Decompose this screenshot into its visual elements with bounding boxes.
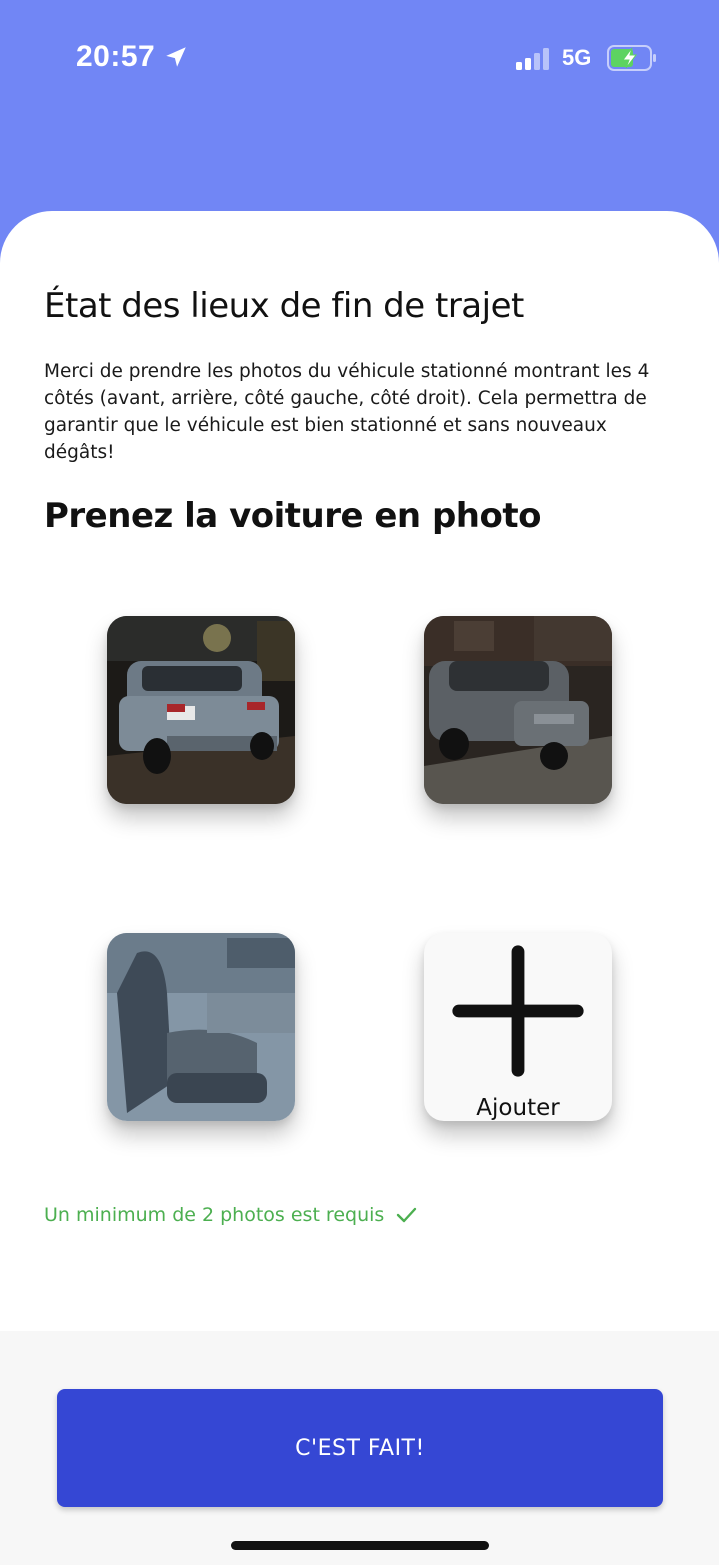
car-interior-photo[interactable]: [107, 933, 295, 1121]
section-title: Prenez la voiture en photo: [44, 496, 541, 536]
check-icon: [397, 1207, 417, 1223]
car-front-photo[interactable]: [424, 616, 612, 804]
done-button[interactable]: C'EST FAIT!: [57, 1389, 663, 1507]
add-photo-label: Ajouter: [476, 1095, 560, 1121]
status-bar: 20:57 5G: [0, 0, 719, 120]
requirement-text: Un minimum de 2 photos est requis: [44, 1204, 385, 1226]
photo-requirement: Un minimum de 2 photos est requis: [44, 1203, 418, 1227]
network-type: 5G: [562, 45, 592, 70]
plus-icon: [452, 945, 584, 1077]
battery-charging-icon: [607, 45, 656, 71]
add-photo-button[interactable]: Ajouter: [424, 933, 612, 1121]
home-indicator: [231, 1541, 489, 1550]
status-time: 20:57: [76, 40, 156, 73]
instructions-text: Merci de prendre les photos du véhicule …: [44, 361, 650, 463]
car-rear-photo[interactable]: [107, 616, 295, 804]
signal-bars-icon: [516, 48, 549, 70]
location-arrow-icon: [166, 47, 186, 67]
page-title: État des lieux de fin de trajet: [44, 286, 524, 326]
